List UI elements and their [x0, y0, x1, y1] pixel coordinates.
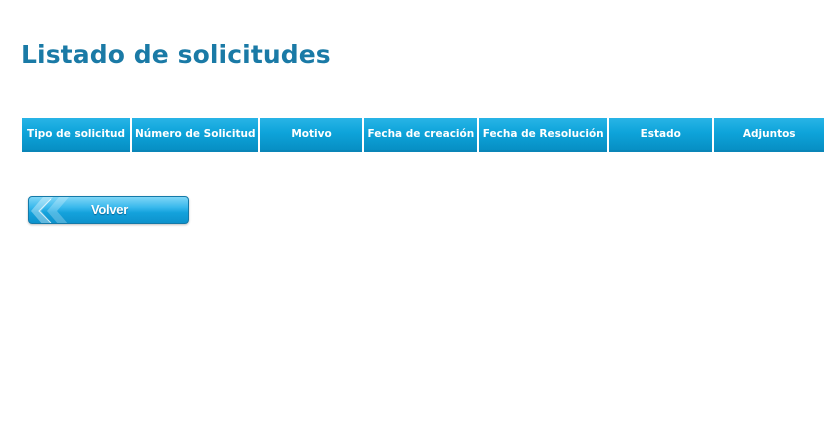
back-button-label: Volver: [91, 202, 128, 217]
column-header-numero[interactable]: Número de Solicitud: [132, 118, 259, 152]
table-header-row: Tipo de solicitud Número de Solicitud Mo…: [22, 118, 825, 152]
requests-table: Tipo de solicitud Número de Solicitud Mo…: [20, 118, 826, 152]
column-header-fecha-resolucion[interactable]: Fecha de Resolución: [479, 118, 608, 152]
column-header-estado[interactable]: Estado: [609, 118, 713, 152]
column-header-adjuntos[interactable]: Adjuntos: [714, 118, 825, 152]
column-header-tipo[interactable]: Tipo de solicitud: [22, 118, 130, 152]
page-title: Listado de solicitudes: [21, 40, 331, 69]
column-header-motivo[interactable]: Motivo: [260, 118, 363, 152]
back-button[interactable]: Volver: [28, 196, 189, 224]
column-header-fecha-creacion[interactable]: Fecha de creación: [364, 118, 478, 152]
